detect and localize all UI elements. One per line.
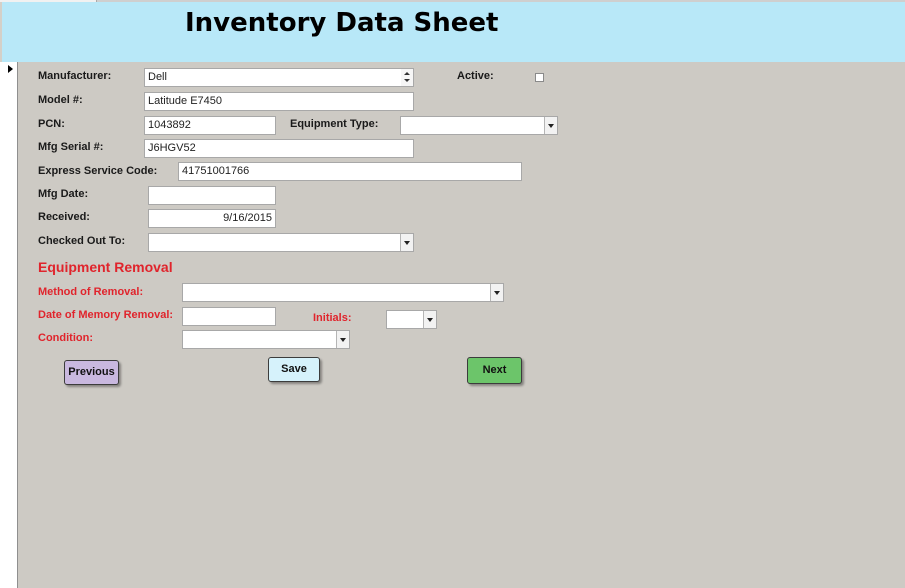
manufacturer-field[interactable]: Dell bbox=[144, 68, 414, 87]
equipment-type-label: Equipment Type: bbox=[290, 118, 379, 130]
equipment-removal-heading: Equipment Removal bbox=[38, 259, 173, 275]
pcn-field[interactable]: 1043892 bbox=[144, 116, 276, 135]
chevron-down-icon[interactable] bbox=[400, 234, 413, 251]
previous-button[interactable]: Previous bbox=[64, 360, 119, 385]
current-record-arrow-icon bbox=[8, 65, 13, 73]
express-service-code-field[interactable]: 41751001766 bbox=[178, 162, 522, 181]
equipment-type-combo[interactable] bbox=[400, 116, 558, 135]
initials-combo[interactable] bbox=[386, 310, 437, 329]
pcn-label: PCN: bbox=[38, 118, 65, 130]
checked-out-to-label: Checked Out To: bbox=[38, 235, 126, 247]
mfg-serial-value: J6HGV52 bbox=[148, 142, 196, 154]
record-selector[interactable] bbox=[0, 62, 18, 588]
received-value: 9/16/2015 bbox=[223, 212, 272, 224]
save-button[interactable]: Save bbox=[268, 357, 320, 382]
date-of-memory-removal-label: Date of Memory Removal: bbox=[38, 309, 174, 321]
date-of-memory-removal-field[interactable] bbox=[182, 307, 276, 326]
method-of-removal-label: Method of Removal: bbox=[38, 286, 144, 298]
express-service-code-value: 41751001766 bbox=[182, 165, 250, 177]
model-label: Model #: bbox=[38, 94, 83, 106]
condition-label: Condition: bbox=[38, 332, 93, 344]
mfg-date-field[interactable] bbox=[148, 186, 276, 205]
manufacturer-value: Dell bbox=[148, 71, 167, 83]
received-field[interactable]: 9/16/2015 bbox=[148, 209, 276, 228]
express-service-code-label: Express Service Code: bbox=[38, 165, 158, 177]
chevron-down-icon[interactable] bbox=[336, 331, 349, 348]
mfg-date-label: Mfg Date: bbox=[38, 188, 89, 200]
checked-out-to-combo[interactable] bbox=[148, 233, 414, 252]
received-label: Received: bbox=[38, 211, 90, 223]
mfg-serial-label: Mfg Serial #: bbox=[38, 141, 104, 153]
method-of-removal-combo[interactable] bbox=[182, 283, 504, 302]
chevron-down-icon[interactable] bbox=[490, 284, 503, 301]
mfg-serial-field[interactable]: J6HGV52 bbox=[144, 139, 414, 158]
initials-label: Initials: bbox=[313, 312, 352, 324]
condition-combo[interactable] bbox=[182, 330, 350, 349]
manufacturer-label: Manufacturer: bbox=[38, 70, 112, 82]
chevron-down-icon[interactable] bbox=[423, 311, 436, 328]
manufacturer-scroll-icon[interactable] bbox=[401, 69, 413, 86]
next-button[interactable]: Next bbox=[467, 357, 522, 384]
model-value: Latitude E7450 bbox=[148, 95, 223, 107]
form-title: Inventory Data Sheet bbox=[185, 8, 499, 38]
form-header: Inventory Data Sheet bbox=[2, 2, 905, 63]
chevron-down-icon[interactable] bbox=[544, 117, 557, 134]
active-checkbox[interactable] bbox=[535, 73, 544, 82]
pcn-value: 1043892 bbox=[148, 119, 191, 131]
active-label: Active: bbox=[457, 70, 494, 82]
model-field[interactable]: Latitude E7450 bbox=[144, 92, 414, 111]
